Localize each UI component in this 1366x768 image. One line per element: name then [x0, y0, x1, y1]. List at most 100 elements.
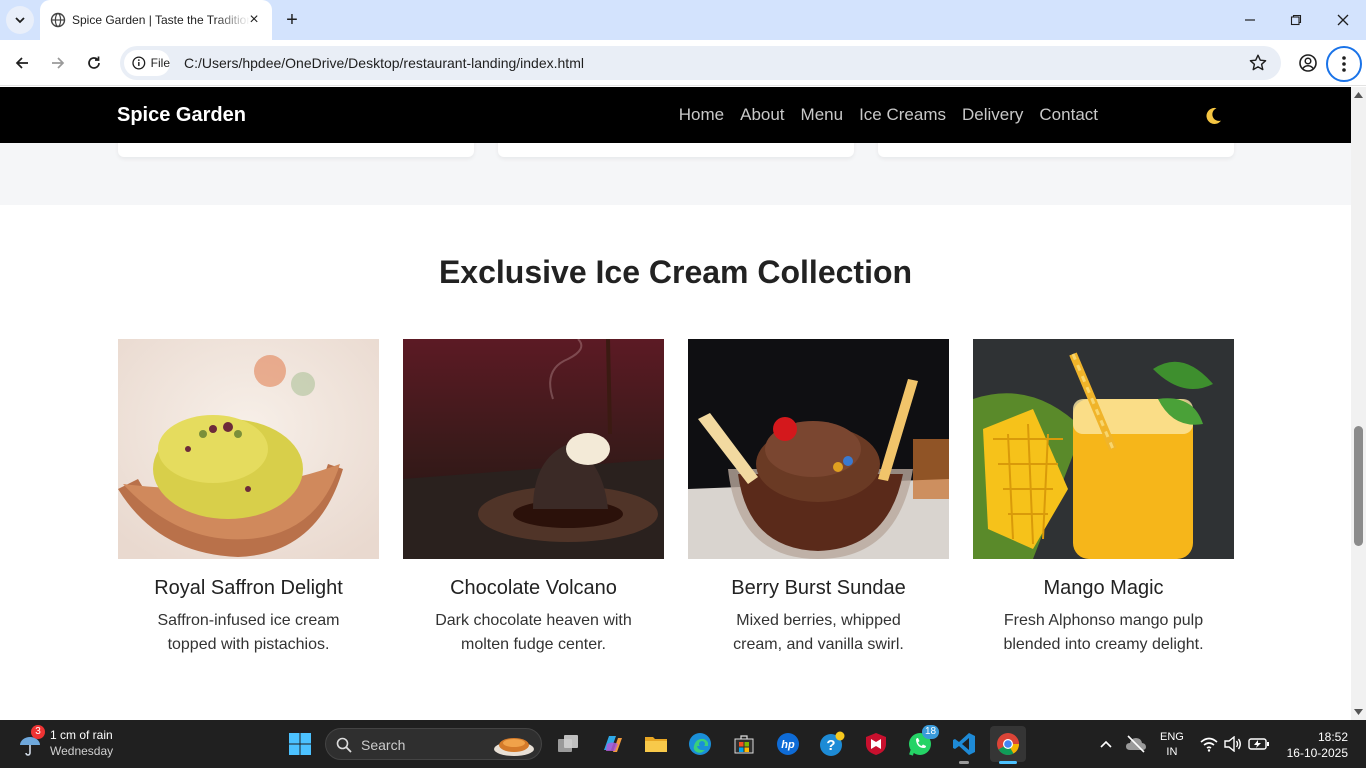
- clock-date: 16-10-2025: [1286, 746, 1348, 760]
- minimize-button[interactable]: [1239, 9, 1261, 31]
- show-hidden-icons-button[interactable]: [1092, 730, 1120, 758]
- chrome-icon: [997, 733, 1019, 755]
- help-button[interactable]: ?: [818, 730, 846, 758]
- moon-icon[interactable]: [1202, 105, 1224, 127]
- ice-cream-card: Berry Burst Sundae Mixed berries, whippe…: [688, 339, 949, 657]
- item-description: Saffron-infused ice cream topped with pi…: [157, 612, 340, 653]
- tab-title: Spice Garden | Taste the Tradition: [72, 13, 250, 27]
- vscode-icon: [953, 733, 975, 755]
- arrow-right-icon: [52, 57, 65, 69]
- task-view-button[interactable]: [554, 730, 582, 758]
- search-placeholder: Search: [361, 737, 406, 753]
- scroll-down-icon[interactable]: [1354, 708, 1363, 716]
- berry-sundae-image: [688, 339, 949, 559]
- notification-badge: 18: [922, 725, 940, 739]
- file-explorer-button[interactable]: [642, 730, 670, 758]
- store-button[interactable]: [730, 730, 758, 758]
- speaker-icon: [1224, 736, 1241, 752]
- copilot-button[interactable]: [598, 730, 626, 758]
- url-text[interactable]: C:/Users/hpdee/OneDrive/Desktop/restaura…: [184, 55, 584, 71]
- weather-line2: Wednesday: [50, 744, 114, 758]
- edge-icon: [689, 733, 711, 755]
- close-window-button[interactable]: [1332, 9, 1354, 31]
- item-name: Royal Saffron Delight: [154, 577, 343, 599]
- nav-contact[interactable]: Contact: [1039, 105, 1098, 125]
- svg-text:hp: hp: [781, 739, 795, 751]
- shield-icon: [866, 733, 886, 755]
- nav-links: Home About Menu Ice Creams Delivery Cont…: [679, 105, 1098, 125]
- chevron-down-icon: [15, 17, 25, 24]
- site-navbar: Spice Garden Home About Menu Ice Creams …: [0, 87, 1351, 143]
- nav-home[interactable]: Home: [679, 105, 724, 125]
- volume-status[interactable]: [1222, 730, 1244, 758]
- weather-widget[interactable]: 3 1 cm of rain Wednesday: [18, 725, 138, 761]
- clock-time: 18:52: [1317, 730, 1348, 744]
- info-icon: [132, 56, 146, 70]
- scroll-up-icon[interactable]: [1354, 91, 1363, 99]
- site-info-chip[interactable]: File: [124, 50, 170, 76]
- scrollbar-thumb[interactable]: [1354, 426, 1363, 546]
- input-language[interactable]: ENG IN: [1160, 730, 1184, 760]
- nav-menu[interactable]: Menu: [801, 105, 844, 125]
- nav-delivery[interactable]: Delivery: [962, 105, 1023, 125]
- battery-status[interactable]: [1246, 730, 1272, 758]
- item-description: Mixed berries, whipped cream, and vanill…: [733, 612, 904, 653]
- profile-icon: [1299, 54, 1317, 72]
- mcafee-button[interactable]: [862, 730, 890, 758]
- mango-magic-image: [973, 339, 1234, 559]
- section-title: Exclusive Ice Cream Collection: [438, 254, 913, 290]
- vscode-button[interactable]: [950, 730, 978, 758]
- back-button[interactable]: [8, 49, 36, 77]
- restore-button[interactable]: [1285, 9, 1307, 31]
- chrome-button[interactable]: [990, 726, 1026, 762]
- reload-icon: [88, 56, 100, 69]
- profile-button[interactable]: [1294, 49, 1322, 77]
- page-scrollbar[interactable]: [1351, 87, 1366, 720]
- tab-close-icon[interactable]: ×: [246, 12, 262, 28]
- forward-button[interactable]: [44, 49, 72, 77]
- more-vertical-icon: [1342, 56, 1346, 72]
- browser-menu-button[interactable]: [1326, 46, 1362, 82]
- running-indicator: [959, 761, 969, 764]
- arrow-left-icon: [15, 57, 28, 69]
- site-brand[interactable]: Spice Garden: [117, 104, 246, 127]
- onedrive-button[interactable]: [1122, 730, 1150, 758]
- browser-toolbar: File C:/Users/hpdee/OneDrive/Desktop/res…: [0, 40, 1366, 86]
- svg-text:?: ?: [826, 737, 835, 754]
- minimize-icon: [1245, 19, 1255, 21]
- copilot-icon: [604, 736, 622, 752]
- help-icon: ?: [820, 731, 845, 756]
- globe-icon: [50, 12, 66, 28]
- item-name: Chocolate Volcano: [450, 577, 617, 599]
- item-description: Dark chocolate heaven with molten fudge …: [435, 612, 632, 653]
- page-viewport: Spice Garden Home About Menu Ice Creams …: [0, 87, 1351, 720]
- browser-tab[interactable]: Spice Garden | Taste the Tradition ×: [40, 0, 272, 40]
- taskbar-search[interactable]: Search: [325, 728, 542, 760]
- ice-cream-card: Royal Saffron Delight Saffron-infused ic…: [118, 339, 379, 657]
- new-tab-button[interactable]: +: [282, 10, 302, 30]
- windows-taskbar: 3 1 cm of rain Wednesday Search hp ? 18: [0, 720, 1366, 768]
- reload-button[interactable]: [80, 49, 108, 77]
- address-bar[interactable]: File C:/Users/hpdee/OneDrive/Desktop/res…: [120, 46, 1281, 80]
- taskbar-clock[interactable]: 18:52 16-10-2025: [1287, 729, 1348, 761]
- edge-button[interactable]: [686, 730, 714, 758]
- start-button[interactable]: [286, 730, 314, 758]
- wifi-status[interactable]: [1198, 730, 1220, 758]
- nav-about[interactable]: About: [740, 105, 784, 125]
- hp-button[interactable]: hp: [774, 730, 802, 758]
- search-icon: [336, 737, 352, 753]
- bookmark-star-icon[interactable]: [1248, 53, 1268, 73]
- address-chip-label: File: [150, 56, 170, 70]
- restore-icon: [1290, 14, 1302, 26]
- saffron-ice-cream-image: [118, 339, 379, 559]
- tab-search-button[interactable]: [6, 6, 34, 34]
- cloud-off-icon: [1126, 735, 1146, 753]
- weather-line1: 1 cm of rain: [50, 728, 113, 742]
- nav-ice-creams[interactable]: Ice Creams: [859, 105, 946, 125]
- wifi-icon: [1200, 737, 1218, 752]
- browser-tab-bar: Spice Garden | Taste the Tradition × +: [0, 0, 1366, 40]
- store-icon: [734, 735, 754, 754]
- whatsapp-button[interactable]: 18: [906, 725, 940, 758]
- chevron-up-icon: [1100, 740, 1112, 748]
- weather-badge: 3: [31, 725, 45, 739]
